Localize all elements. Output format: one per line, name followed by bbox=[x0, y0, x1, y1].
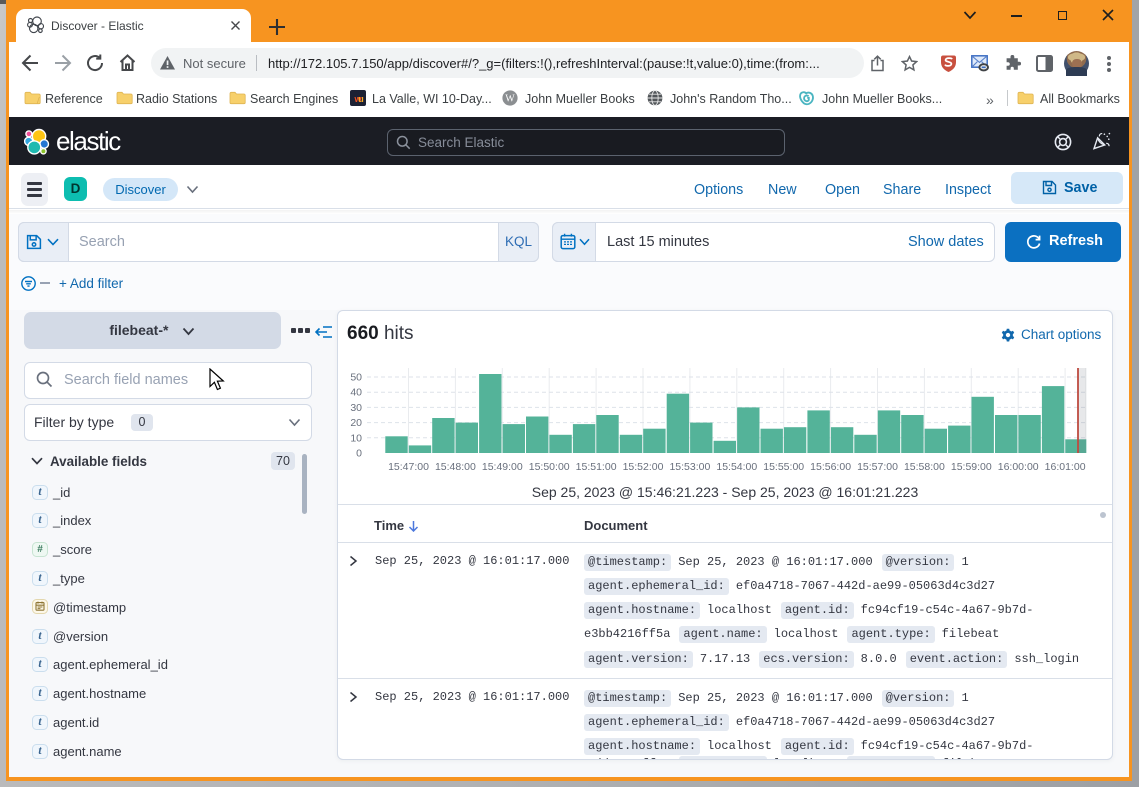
svg-text:15:49:00: 15:49:00 bbox=[482, 461, 523, 473]
svg-text:15:56:00: 15:56:00 bbox=[810, 461, 851, 473]
svg-text:10: 10 bbox=[350, 432, 362, 444]
svg-text:30: 30 bbox=[350, 402, 362, 414]
svg-text:15:50:00: 15:50:00 bbox=[529, 461, 570, 473]
svg-text:W: W bbox=[505, 94, 515, 105]
svg-text:16:01:00: 16:01:00 bbox=[1045, 461, 1086, 473]
svg-text:15:59:00: 15:59:00 bbox=[951, 461, 992, 473]
svg-text:15:48:00: 15:48:00 bbox=[435, 461, 476, 473]
svg-text:u: u bbox=[358, 94, 364, 104]
svg-text:15:58:00: 15:58:00 bbox=[904, 461, 945, 473]
svg-text:20: 20 bbox=[350, 417, 362, 429]
svg-text:0: 0 bbox=[356, 448, 362, 460]
svg-text:15:53:00: 15:53:00 bbox=[669, 461, 710, 473]
svg-text:15:51:00: 15:51:00 bbox=[576, 461, 617, 473]
svg-text:15:52:00: 15:52:00 bbox=[623, 461, 664, 473]
svg-text:15:54:00: 15:54:00 bbox=[716, 461, 757, 473]
svg-text:16:00:00: 16:00:00 bbox=[998, 461, 1039, 473]
svg-text:50: 50 bbox=[350, 372, 362, 384]
svg-text:15:55:00: 15:55:00 bbox=[763, 461, 804, 473]
svg-text:15:47:00: 15:47:00 bbox=[388, 461, 429, 473]
svg-text:15:57:00: 15:57:00 bbox=[857, 461, 898, 473]
svg-text:40: 40 bbox=[350, 387, 362, 399]
